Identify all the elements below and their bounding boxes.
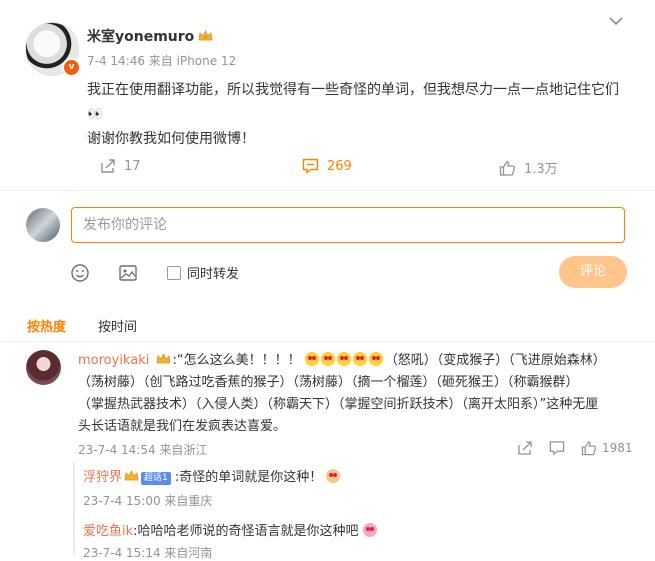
- reply-1-meta: 23-7-4 15:00 来自重庆: [83, 494, 213, 508]
- verified-badge-icon: v: [62, 58, 81, 77]
- comment-icon: [302, 158, 319, 174]
- comment-line-4: 头长话语就是我们在发疯表达喜爱。: [78, 419, 287, 434]
- repost-count: 17: [124, 158, 141, 174]
- comment-input[interactable]: [71, 207, 625, 243]
- reply-2-meta: 23-7-4 15:14 来自河南: [83, 546, 213, 560]
- thumbs-up-icon: [499, 160, 516, 176]
- like-button[interactable]: 1.3万: [499, 158, 558, 177]
- reply-2: 爱吃鱼ik:哈哈哈老师说的奇怪语言就是你这种吧: [83, 520, 379, 539]
- author-name-row: 米室yonemuro: [87, 26, 213, 46]
- image-icon[interactable]: [118, 263, 138, 283]
- post-line-1: 我正在使用翻译功能，所以我觉得有一些奇怪的单词，但我想尽力一点一点地记住它们: [87, 82, 619, 98]
- comment-button[interactable]: 269: [302, 158, 352, 174]
- tab-sort-time[interactable]: 按时间: [98, 316, 137, 335]
- heart-eyes-emoji-icon: [368, 352, 383, 366]
- comment-body: moroyikaki :“怎么这么美！！！！ （怒吼）（变成猴子）（飞进原始森林…: [78, 350, 630, 438]
- submit-comment-button[interactable]: 评论: [559, 256, 627, 288]
- repost-icon: [101, 159, 115, 173]
- comment-like-count: 1981: [602, 441, 633, 455]
- comment-meta: 23-7-4 14:54 来自浙江: [78, 443, 208, 457]
- post-body: 我正在使用翻译功能，所以我觉得有一些奇怪的单词，但我想尽力一点一点地记住它们👀 …: [87, 78, 632, 151]
- heart-eyes-emoji-icon: [352, 352, 367, 366]
- repost-toggle-label: 同时转发: [187, 267, 240, 282]
- comment-line-3: （掌握热武器技术）（入侵人类）（称霸天下）（掌握空间折跃技术）（离开太阳系）”这…: [78, 397, 599, 412]
- comment-line-1-rest: （怒吼）（变成猴子）（飞进原始森林）: [384, 353, 606, 368]
- reply-1-username[interactable]: 浮狩界: [83, 470, 122, 485]
- crown-icon: [157, 353, 171, 364]
- tab-sort-hot[interactable]: 按热度: [27, 316, 66, 335]
- reply-1: 浮狩界 超话1 :奇怪的单词就是你这种！: [83, 466, 342, 485]
- author-name[interactable]: 米室yonemuro: [87, 29, 194, 45]
- current-user-avatar: [26, 208, 60, 242]
- chevron-down-icon[interactable]: [608, 14, 624, 28]
- emoji-icon[interactable]: [70, 263, 90, 283]
- eyes-emoji: 👀: [87, 107, 104, 122]
- reply-1-text: :奇怪的单词就是你这种！: [174, 470, 323, 485]
- cat-face-emoji-icon: [326, 469, 341, 483]
- crown-icon: [124, 470, 139, 481]
- repost-checkbox[interactable]: [167, 265, 181, 280]
- repost-toggle[interactable]: 同时转发: [167, 263, 239, 282]
- tab-divider: [0, 341, 655, 342]
- heart-eyes-emoji-icon: [304, 352, 319, 366]
- commenter-avatar[interactable]: [26, 350, 61, 385]
- comment-prefix: :“怎么这么美！！！！: [172, 353, 301, 368]
- thumbs-up-icon[interactable]: [581, 440, 597, 456]
- heart-eyes-emoji-icon: [320, 352, 335, 366]
- like-count: 1.3万: [524, 162, 558, 177]
- crown-icon: [198, 30, 213, 41]
- repost-icon[interactable]: [517, 440, 533, 456]
- pig-face-emoji-icon: [362, 523, 377, 537]
- comment-icon[interactable]: [549, 440, 565, 456]
- post-meta: 7-4 14:46 来自 iPhone 12: [87, 54, 237, 68]
- reply-2-username[interactable]: 爱吃鱼ik: [83, 524, 133, 539]
- repost-button[interactable]: 17: [100, 158, 141, 174]
- comment-line-2: （荡树藤）（创飞路过吃香蕉的猴子）（荡树藤）（摘一个榴莲）（砸死猴王）（称霸猴群…: [78, 375, 579, 390]
- comment-count: 269: [327, 158, 352, 174]
- reply-2-text: :哈哈哈老师说的奇怪语言就是你这种吧: [133, 524, 359, 539]
- post-line-2: 谢谢你教我如何使用微博！: [87, 131, 255, 147]
- fan-level-badge: 超话1: [141, 472, 171, 485]
- commenter-name[interactable]: moroyikaki: [78, 353, 149, 368]
- section-divider: [0, 190, 655, 191]
- heart-eyes-emoji-icon: [336, 352, 351, 366]
- comment-actions: 1981: [517, 440, 633, 456]
